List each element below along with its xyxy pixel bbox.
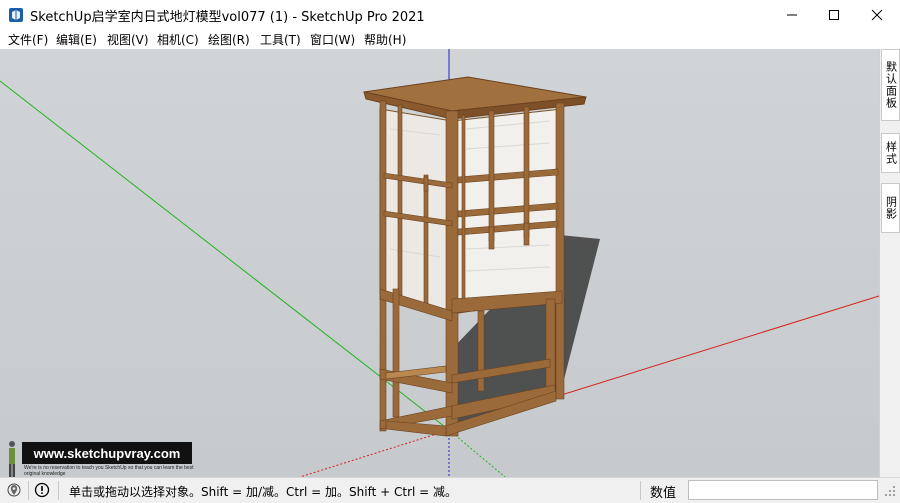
close-icon: [871, 9, 883, 21]
measurements-label: 数值: [650, 486, 677, 501]
menu-window[interactable]: 窗口(W): [310, 31, 355, 48]
watermark-site: www.sketchupvray.com: [22, 442, 192, 464]
menu-help[interactable]: 帮助(H): [364, 31, 406, 48]
menu-file[interactable]: 文件(F): [8, 31, 48, 48]
resize-grip-icon[interactable]: [884, 484, 896, 498]
menu-tools[interactable]: 工具(T): [260, 31, 301, 48]
watermark: www.sketchupvray.com We're is no reserva…: [4, 440, 194, 477]
red-axis-dotted: [299, 429, 450, 477]
tray-tab-label: 阴影: [884, 196, 898, 220]
status-hint: 单击或拖动以选择对象。Shift = 加/减。Ctrl = 加。Shift + …: [69, 485, 458, 499]
sketchup-logo-icon: [9, 8, 23, 22]
model-viewport[interactable]: www.sketchupvray.com We're is no reserva…: [0, 49, 879, 477]
menu-view[interactable]: 视图(V): [107, 31, 149, 48]
menu-camera[interactable]: 相机(C): [157, 31, 199, 48]
status-separator: [640, 481, 641, 500]
close-button[interactable]: [854, 0, 900, 30]
minimize-icon: [787, 14, 797, 16]
menu-draw[interactable]: 绘图(R): [208, 31, 250, 48]
tray-tab-label: 样式: [884, 141, 898, 165]
status-separator: [58, 481, 59, 500]
tray-tab-shadows[interactable]: 阴影: [881, 183, 900, 233]
window-title: SketchUp启学室内日式地灯模型vol077 (1) - SketchUp …: [30, 10, 425, 25]
menu-edit[interactable]: 编辑(E): [56, 31, 97, 48]
tray-tab-styles[interactable]: 样式: [881, 133, 900, 173]
minimize-button[interactable]: [769, 0, 815, 30]
measurements-input[interactable]: [688, 480, 878, 500]
geo-location-icon[interactable]: [6, 482, 22, 498]
tray-tab-label: 默认面板: [884, 61, 898, 109]
right-tray: 默认面板 样式 阴影: [879, 49, 900, 477]
maximize-button[interactable]: [811, 0, 857, 30]
person-figure-icon: [9, 441, 15, 477]
menu-bar: 文件(F) 编辑(E) 视图(V) 相机(C) 绘图(R) 工具(T) 窗口(W…: [0, 30, 900, 49]
maximize-icon: [829, 10, 839, 20]
status-bar: 单击或拖动以选择对象。Shift = 加/减。Ctrl = 加。Shift + …: [0, 477, 900, 503]
watermark-tagline: We're is no reservation to teach you Ske…: [24, 465, 194, 477]
status-separator: [28, 481, 29, 500]
info-icon[interactable]: [34, 482, 50, 498]
tray-tab-default-panel[interactable]: 默认面板: [881, 49, 900, 121]
scene-canvas[interactable]: [0, 49, 879, 477]
green-axis-dotted: [448, 429, 506, 477]
title-bar: SketchUp启学室内日式地灯模型vol077 (1) - SketchUp …: [0, 0, 900, 30]
